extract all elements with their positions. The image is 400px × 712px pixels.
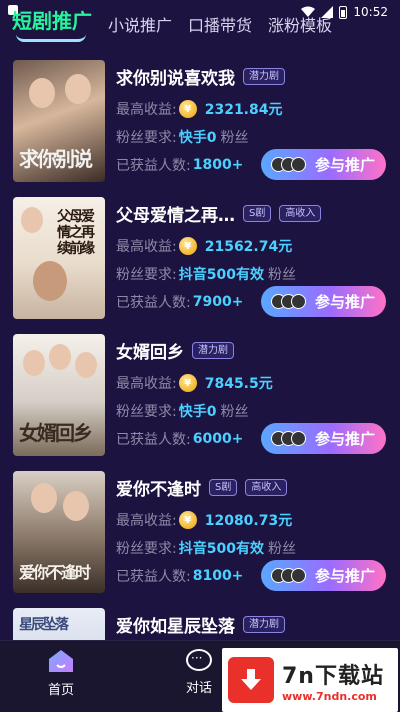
earned-count-value: 6000+ — [192, 431, 244, 447]
max-income-row: 最高收益: ¥ 2321.84元 — [116, 99, 282, 119]
drama-card[interactable]: 父母爱情之再续前缘 父母爱情之再… S剧 高收入 最高收益: ¥ 21562.7… — [0, 189, 400, 326]
poster-title-art: 求你别说 — [19, 147, 93, 171]
tab-fans-template[interactable]: 涨粉模板 — [268, 12, 332, 42]
chat-icon — [186, 649, 212, 671]
drama-title: 父母爱情之再… S剧 高收入 — [116, 201, 322, 226]
watermark-name: 7n下载站 — [282, 663, 384, 689]
earned-count-row: 已获益人数: 1800+ — [116, 157, 244, 174]
max-income-row: 最高收益: ¥ 7845.5元 — [116, 373, 273, 393]
nav-chat[interactable]: 对话 — [186, 649, 212, 696]
earned-count-row: 已获益人数: 8100+ — [116, 568, 244, 585]
drama-title: 女婿回乡 潜力剧 — [116, 338, 234, 363]
tab-live-sales[interactable]: 口播带货 — [188, 12, 252, 42]
drama-poster[interactable]: 求你别说 — [13, 60, 105, 182]
nav-home-label: 首页 — [48, 683, 75, 698]
max-income-value: 12080.73元 — [204, 513, 293, 529]
tab-novel[interactable]: 小说推广 — [108, 12, 172, 42]
tag-badge: 潜力剧 — [243, 616, 285, 633]
earned-count-value: 7900+ — [192, 294, 244, 310]
drama-card[interactable]: 女婿回乡 女婿回乡 潜力剧 最高收益: ¥ 7845.5元 粉丝要求: 快手0 … — [0, 326, 400, 463]
max-income-value: 2321.84元 — [204, 102, 283, 118]
poster-title-art: 父母爱情之再续前缘 — [57, 209, 95, 257]
participant-avatars — [271, 568, 306, 583]
max-income-row: 最高收益: ¥ 21562.74元 — [116, 236, 292, 256]
tag-badge: S剧 — [243, 205, 272, 222]
tab-short-drama[interactable]: 短剧推广 — [12, 5, 92, 42]
poster-title-art: 星辰坠落 — [19, 617, 69, 633]
drama-card[interactable]: 爱你不逢时 爱你不逢时 S剧 高收入 最高收益: ¥ 12080.73元 粉丝要… — [0, 463, 400, 600]
participant-avatars — [271, 294, 306, 309]
drama-title: 爱你如星辰坠落 潜力剧 — [116, 612, 285, 637]
join-promotion-button[interactable]: 参与推广 — [261, 286, 386, 317]
coin-icon: ¥ — [178, 237, 197, 255]
fan-requirement-value: 抖音500有效 — [178, 267, 264, 283]
home-icon — [49, 650, 73, 672]
tag-badge: 潜力剧 — [243, 68, 285, 85]
poster-title-art: 爱你不逢时 — [19, 563, 91, 582]
max-income-value: 7845.5元 — [204, 376, 273, 392]
earned-count-row: 已获益人数: 7900+ — [116, 294, 244, 311]
tag-badge: 高收入 — [279, 205, 322, 222]
join-promotion-button[interactable]: 参与推广 — [261, 560, 386, 591]
tag-badge: 潜力剧 — [192, 342, 234, 359]
fan-requirement-row: 粉丝要求: 快手0 粉丝 — [116, 401, 248, 421]
poster-title-art: 女婿回乡 — [19, 421, 93, 445]
fan-requirement-value: 快手0 — [178, 130, 217, 146]
coin-icon: ¥ — [178, 374, 197, 392]
nav-chat-label: 对话 — [186, 681, 213, 696]
participant-avatars — [271, 431, 306, 446]
coin-icon: ¥ — [178, 100, 197, 118]
download-logo-icon — [228, 657, 274, 703]
earned-count-value: 8100+ — [192, 568, 244, 584]
max-income-value: 21562.74元 — [204, 239, 293, 255]
coin-icon: ¥ — [178, 511, 197, 529]
site-watermark: 7n下载站 www.7ndn.com — [222, 648, 398, 712]
tag-badge: 高收入 — [245, 479, 288, 496]
drama-title: 爱你不逢时 S剧 高收入 — [116, 475, 288, 500]
drama-poster[interactable]: 父母爱情之再续前缘 — [13, 197, 105, 319]
fan-requirement-row: 粉丝要求: 抖音500有效 粉丝 — [116, 264, 296, 284]
drama-title: 求你别说喜欢我 潜力剧 — [116, 64, 285, 89]
drama-poster[interactable]: 女婿回乡 — [13, 334, 105, 456]
tag-badge: S剧 — [209, 479, 238, 496]
fan-requirement-row: 粉丝要求: 抖音500有效 粉丝 — [116, 538, 296, 558]
earned-count-row: 已获益人数: 6000+ — [116, 431, 244, 448]
nav-home[interactable]: 首页 — [48, 649, 74, 698]
drama-poster[interactable]: 爱你不逢时 — [13, 471, 105, 593]
drama-card[interactable]: 求你别说 求你别说喜欢我 潜力剧 最高收益: ¥ 2321.84元 粉丝要求: … — [0, 52, 400, 189]
top-tabs: 短剧推广 小说推广 口播带货 涨粉模板 — [12, 6, 360, 42]
earned-count-value: 1800+ — [192, 157, 244, 173]
fan-requirement-value: 抖音500有效 — [178, 541, 264, 557]
join-promotion-button[interactable]: 参与推广 — [261, 149, 386, 180]
watermark-url: www.7ndn.com — [282, 689, 377, 703]
fan-requirement-row: 粉丝要求: 快手0 粉丝 — [116, 127, 248, 147]
join-promotion-button[interactable]: 参与推广 — [261, 423, 386, 454]
max-income-row: 最高收益: ¥ 12080.73元 — [116, 510, 292, 530]
fan-requirement-value: 快手0 — [178, 404, 217, 420]
participant-avatars — [271, 157, 306, 172]
